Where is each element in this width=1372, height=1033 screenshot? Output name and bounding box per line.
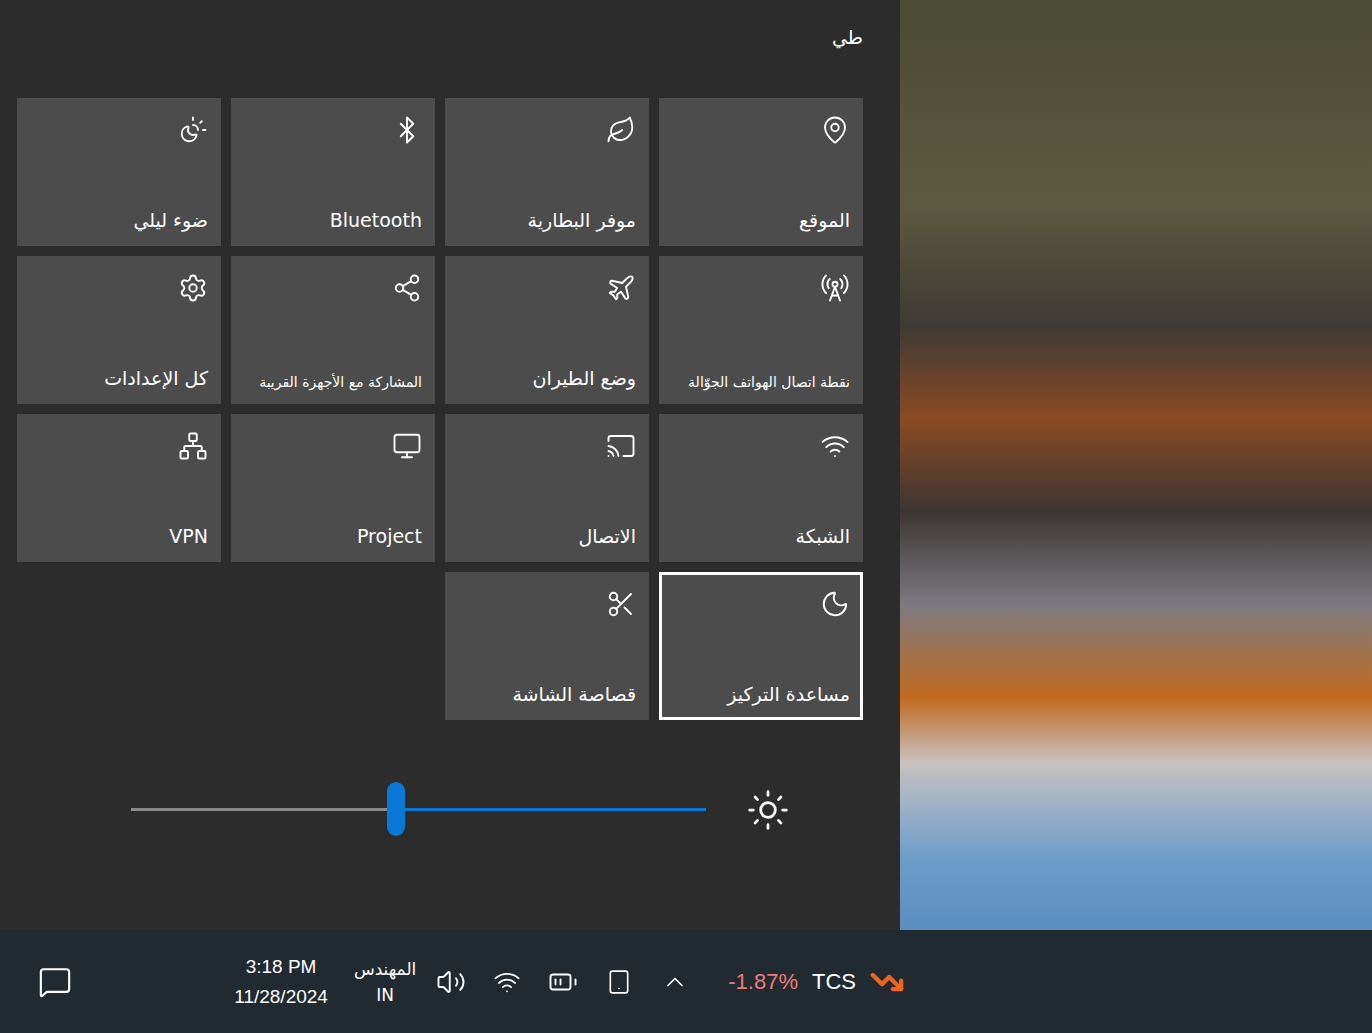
- quick-action-tile[interactable]: ضوء ليلي: [17, 98, 221, 246]
- clock-date: 11/28/2024: [234, 986, 328, 1008]
- chevron-up-icon: [661, 968, 689, 996]
- slider-thumb[interactable]: [387, 782, 405, 836]
- quick-action-icon: [820, 431, 850, 461]
- slider-fill: [396, 808, 707, 811]
- quick-action-label: كل الإعدادات: [104, 367, 208, 391]
- quick-action-tile[interactable]: الشبكة: [659, 414, 863, 562]
- quick-action-tile[interactable]: موفر البطارية: [445, 98, 649, 246]
- quick-action-tile[interactable]: كل الإعدادات: [17, 256, 221, 404]
- stock-widget[interactable]: TCS -1.87%: [728, 965, 904, 999]
- network-button[interactable]: [490, 962, 524, 1002]
- quick-action-icon: [820, 115, 850, 145]
- quick-action-label: نقطة اتصال الهواتف الجوّالة: [688, 374, 850, 392]
- quick-action-tile[interactable]: المشاركة مع الأجهزة القريبة: [231, 256, 435, 404]
- quick-action-tile[interactable]: VPN: [17, 414, 221, 562]
- quick-action-label: قصاصة الشاشة: [512, 683, 636, 707]
- quick-action-tile[interactable]: مساعدة التركيز: [659, 572, 863, 720]
- quick-action-label: الشبكة: [796, 525, 850, 549]
- notification-icon: [38, 965, 72, 999]
- quick-action-tile[interactable]: Bluetooth: [231, 98, 435, 246]
- action-center-header: طي: [18, 26, 863, 60]
- quick-action-label: الاتصال: [579, 525, 636, 549]
- stock-trend-icon: [870, 965, 904, 999]
- action-center: طي الموقع موفر البطارية Bluetooth ضوء ليلي نق…: [0, 0, 900, 930]
- notifications-button[interactable]: [38, 962, 72, 1002]
- quick-action-icon: [606, 273, 636, 303]
- stock-symbol: TCS: [812, 969, 856, 995]
- wifi-icon: [493, 968, 521, 996]
- clock[interactable]: 3:18 PM 11/28/2024: [234, 956, 328, 1008]
- tablet-button[interactable]: [602, 962, 636, 1002]
- quick-action-label: ضوء ليلي: [133, 209, 208, 233]
- system-tray: [434, 962, 692, 1002]
- quick-action-label: مساعدة التركيز: [727, 683, 850, 707]
- quick-action-icon: [178, 273, 208, 303]
- battery-icon: [548, 967, 578, 997]
- quick-action-tile[interactable]: الاتصال: [445, 414, 649, 562]
- quick-action-label: الموقع: [799, 209, 850, 233]
- quick-action-tile[interactable]: Project: [231, 414, 435, 562]
- quick-action-label: VPN: [169, 525, 208, 549]
- quick-action-icon: [820, 273, 850, 303]
- quick-action-icon: [820, 589, 850, 619]
- quick-action-label: موفر البطارية: [528, 209, 636, 233]
- quick-action-icon: [606, 115, 636, 145]
- quick-action-icon: [178, 115, 208, 145]
- quick-action-tile[interactable]: وضع الطيران: [445, 256, 649, 404]
- quick-action-tile[interactable]: الموقع: [659, 98, 863, 246]
- collapse-button[interactable]: طي: [832, 26, 863, 60]
- volume-icon: [436, 967, 466, 997]
- clock-time: 3:18 PM: [246, 956, 317, 978]
- battery-button[interactable]: [546, 962, 580, 1002]
- brightness-slider[interactable]: [131, 782, 706, 838]
- quick-action-tile[interactable]: نقطة اتصال الهواتف الجوّالة: [659, 256, 863, 404]
- quick-action-label: Bluetooth: [330, 209, 422, 233]
- quick-action-icon: [392, 115, 422, 145]
- brightness-row: [18, 782, 863, 838]
- quick-actions-grid: الموقع موفر البطارية Bluetooth ضوء ليلي نقطة…: [18, 98, 863, 720]
- screen: طي الموقع موفر البطارية Bluetooth ضوء ليلي نق…: [0, 0, 1372, 1033]
- quick-action-icon: [392, 273, 422, 303]
- quick-action-tile[interactable]: قصاصة الشاشة: [445, 572, 649, 720]
- quick-action-label: وضع الطيران: [532, 367, 636, 391]
- quick-action-icon: [392, 431, 422, 461]
- language-top: المهندس: [354, 959, 416, 979]
- desktop-wallpaper: [900, 0, 1372, 930]
- tablet-icon: [606, 969, 632, 995]
- language-bottom: IN: [376, 985, 394, 1005]
- main-area: طي الموقع موفر البطارية Bluetooth ضوء ليلي نق…: [0, 0, 1372, 930]
- quick-action-icon: [606, 431, 636, 461]
- quick-action-icon: [178, 431, 208, 461]
- language-indicator[interactable]: المهندس IN: [354, 959, 416, 1005]
- quick-action-icon: [606, 589, 636, 619]
- show-hidden-icons-button[interactable]: [658, 962, 692, 1002]
- volume-button[interactable]: [434, 962, 468, 1002]
- quick-action-label: المشاركة مع الأجهزة القريبة: [259, 374, 422, 392]
- stock-change: -1.87%: [728, 969, 798, 995]
- taskbar: TCS -1.87% المهندس IN 3:18 PM 11/28/2024: [0, 930, 1372, 1033]
- quick-action-label: Project: [357, 525, 422, 549]
- brightness-icon: [746, 788, 790, 832]
